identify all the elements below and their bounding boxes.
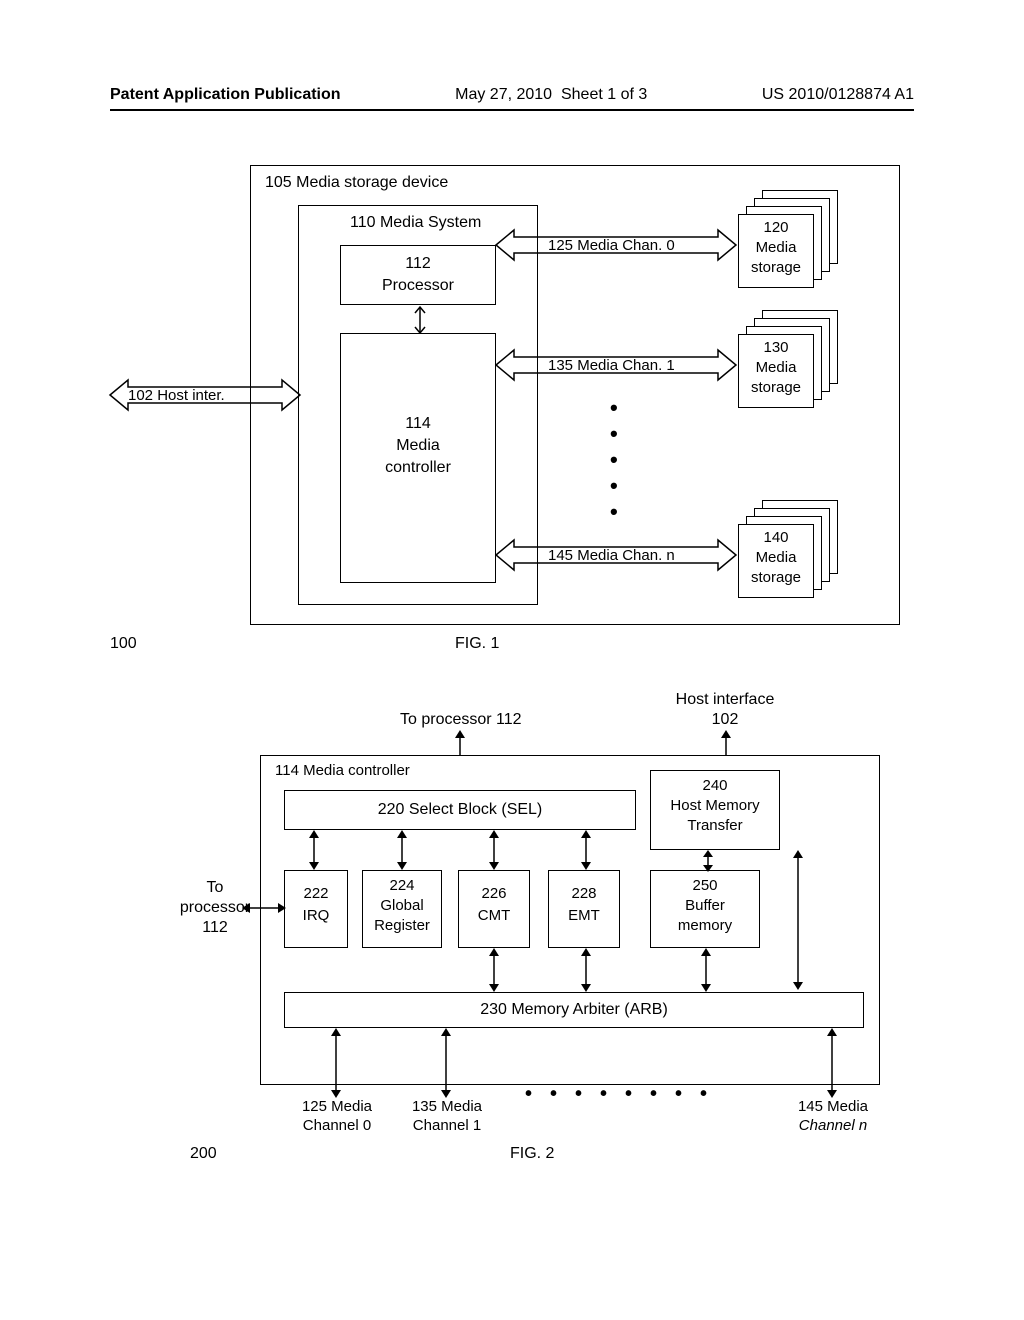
hmt-num: 240 [651,777,779,796]
sel-greg-arrow-icon [394,830,410,870]
header-sheet: Sheet 1 of 3 [561,86,647,103]
host-memory-transfer-box: 240 Host Memory Transfer [650,770,780,850]
host-interface-top-label: Host interface102 [665,690,785,730]
media-storage-1-l1: Media [739,359,813,378]
buf-l1: Buffer [651,897,759,916]
memory-arbiter-box: 230 Memory Arbiter (ARB) [284,992,864,1028]
hmt-buf-arrow-icon [700,850,716,872]
media-storage-n-l2: storage [739,569,813,588]
figure-2: To processor 112 Host interface102 114 M… [110,700,910,1190]
hmt-l2: Transfer [651,817,779,836]
media-controller-num: 114 [341,414,495,434]
memory-arbiter-label: 230 Memory Arbiter (ARB) [285,1000,863,1020]
media-storage-n-stack: 140 Media storage [738,500,838,595]
vertical-ellipsis-icon: ••••• [610,395,618,525]
emt-num: 228 [549,885,619,904]
media-storage-n-num: 140 [739,529,813,548]
media-channel-n-label: 145 MediaChannel n [788,1098,878,1136]
hmt-arb-arrow-icon [790,850,806,990]
sel-emt-arrow-icon [578,830,594,870]
media-storage-0-l1: Media [739,239,813,258]
buf-num: 250 [651,877,759,896]
global-register-box: 224 Global Register [362,870,442,948]
media-storage-n-l1: Media [739,549,813,568]
arb-mcn-arrow-icon [824,1028,840,1098]
select-block-box: 220 Select Block (SEL) [284,790,636,830]
sel-cmt-arrow-icon [486,830,502,870]
page-header: Patent Application Publication May 27, 2… [110,86,914,111]
irq-box: 222 IRQ [284,870,348,948]
emt-box: 228 EMT [548,870,620,948]
media-storage-1-stack: 130 Media storage [738,310,838,405]
media-storage-1-l2: storage [739,379,813,398]
media-controller-box: 114 Media controller [340,333,496,583]
buffer-memory-box: 250 Buffer memory [650,870,760,948]
arb-mc0-arrow-icon [328,1028,344,1098]
media-storage-1-num: 130 [739,339,813,358]
fig2-ref: 200 [190,1145,217,1163]
cmt-box: 226 CMT [458,870,530,948]
media-chan-1-label: 135 Media Chan. 1 [548,357,675,376]
hmt-l1: Host Memory [651,797,779,816]
fig1-caption: FIG. 1 [455,635,499,653]
fig1-ref: 100 [110,635,137,653]
to-proc-left-arrow-icon [242,900,286,916]
cmt-label: CMT [459,907,529,926]
media-system-label: 110 Media System [350,213,481,233]
cmt-arb-arrow-icon [486,948,502,992]
media-channel-1-label: 135 MediaChannel 1 [402,1098,492,1136]
media-storage-0-l2: storage [739,259,813,278]
buf-arb-arrow-icon [698,948,714,992]
processor-label: Processor [341,276,495,296]
to-processor-top-label: To processor 112 [400,710,522,730]
header-right: US 2010/0128874 A1 [762,86,914,104]
header-left: Patent Application Publication [110,86,341,104]
media-chan-n-label: 145 Media Chan. n [548,547,675,566]
header-date: May 27, 2010 [455,86,552,103]
media-storage-0-stack: 120 Media storage [738,190,838,285]
media-controller-label: 114 Media controller [275,762,410,781]
irq-num: 222 [285,885,347,904]
figure-1: 105 Media storage device 110 Media Syste… [110,165,910,665]
greg-l1: Global [363,897,441,916]
buf-l2: memory [651,917,759,936]
media-controller-l1: Media [341,436,495,456]
media-storage-0-num: 120 [739,219,813,238]
emt-label: EMT [549,907,619,926]
select-block-label: 220 Select Block (SEL) [285,800,635,820]
host-interface-label: 102 Host inter. [128,387,225,406]
header-center: May 27, 2010 Sheet 1 of 3 [341,86,762,104]
processor-num: 112 [341,254,495,274]
horizontal-ellipsis-icon: •••••••• [525,1082,725,1107]
arb-mc1-arrow-icon [438,1028,454,1098]
emt-arb-arrow-icon [578,948,594,992]
media-storage-device-label: 105 Media storage device [265,173,448,193]
processor-controller-link-icon [410,305,430,335]
processor-box: 112 Processor [340,245,496,305]
media-chan-0-label: 125 Media Chan. 0 [548,237,675,256]
fig2-caption: FIG. 2 [510,1145,554,1163]
irq-label: IRQ [285,907,347,926]
media-controller-l2: controller [341,458,495,478]
cmt-num: 226 [459,885,529,904]
greg-num: 224 [363,877,441,896]
greg-l2: Register [363,917,441,936]
media-channel-0-label: 125 MediaChannel 0 [292,1098,382,1136]
sel-irq-arrow-icon [306,830,322,870]
